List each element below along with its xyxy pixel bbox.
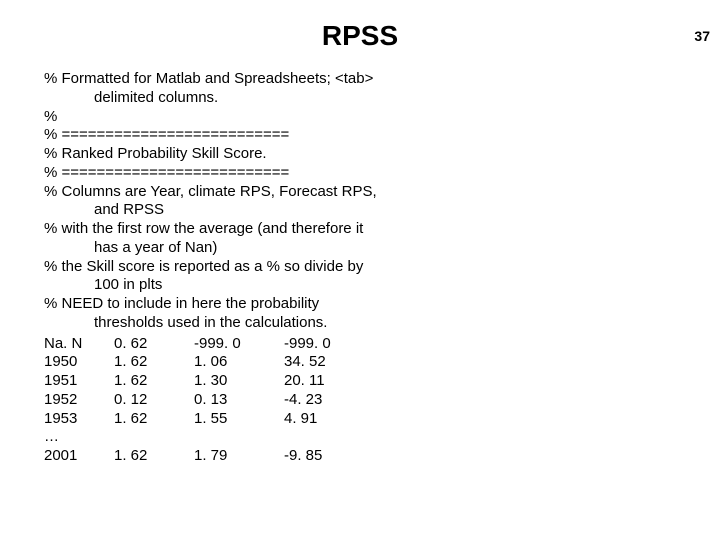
table-row: 1952 0. 12 0. 13 -4. 23 bbox=[44, 391, 676, 410]
comment-line: % ========================== bbox=[44, 164, 676, 183]
ellipsis: … bbox=[44, 428, 114, 447]
comment-line: % NEED to include in here the probabilit… bbox=[44, 295, 676, 314]
table-row: Na. N 0. 62 -999. 0 -999. 0 bbox=[44, 335, 676, 354]
comment-line: 100 in plts bbox=[44, 276, 676, 295]
table-row: 1951 1. 62 1. 30 20. 11 bbox=[44, 372, 676, 391]
cell-climate-rps: 0. 62 bbox=[114, 335, 194, 354]
cell-year: 1953 bbox=[44, 410, 114, 429]
cell-climate-rps: 0. 12 bbox=[114, 391, 194, 410]
page-number: 37 bbox=[694, 28, 710, 44]
cell-rpss: 4. 91 bbox=[284, 410, 364, 429]
cell-forecast-rps: 0. 13 bbox=[194, 391, 284, 410]
page-title: RPSS bbox=[0, 20, 720, 52]
data-table: Na. N 0. 62 -999. 0 -999. 0 1950 1. 62 1… bbox=[44, 335, 676, 466]
cell-rpss: -4. 23 bbox=[284, 391, 364, 410]
cell-forecast-rps: 1. 55 bbox=[194, 410, 284, 429]
cell-forecast-rps: 1. 06 bbox=[194, 353, 284, 372]
cell-rpss: -999. 0 bbox=[284, 335, 364, 354]
cell-climate-rps: 1. 62 bbox=[114, 410, 194, 429]
comment-line: % with the first row the average (and th… bbox=[44, 220, 676, 239]
comment-line: % bbox=[44, 108, 676, 127]
comment-line: has a year of Nan) bbox=[44, 239, 676, 258]
cell-year: 1952 bbox=[44, 391, 114, 410]
cell-climate-rps: 1. 62 bbox=[114, 447, 194, 466]
cell-year: 2001 bbox=[44, 447, 114, 466]
comment-line: % Ranked Probability Skill Score. bbox=[44, 145, 676, 164]
comment-line: % Formatted for Matlab and Spreadsheets;… bbox=[44, 70, 676, 89]
comment-line: delimited columns. bbox=[44, 89, 676, 108]
comment-line: % the Skill score is reported as a % so … bbox=[44, 258, 676, 277]
content-block: % Formatted for Matlab and Spreadsheets;… bbox=[0, 70, 720, 466]
table-row: 1953 1. 62 1. 55 4. 91 bbox=[44, 410, 676, 429]
ellipsis-row: … bbox=[44, 428, 676, 447]
comment-line: % ========================== bbox=[44, 126, 676, 145]
cell-rpss: -9. 85 bbox=[284, 447, 364, 466]
cell-forecast-rps: 1. 30 bbox=[194, 372, 284, 391]
cell-climate-rps: 1. 62 bbox=[114, 372, 194, 391]
cell-forecast-rps: 1. 79 bbox=[194, 447, 284, 466]
table-row: 1950 1. 62 1. 06 34. 52 bbox=[44, 353, 676, 372]
cell-forecast-rps: -999. 0 bbox=[194, 335, 284, 354]
comment-line: thresholds used in the calculations. bbox=[44, 314, 676, 333]
cell-rpss: 20. 11 bbox=[284, 372, 364, 391]
cell-rpss: 34. 52 bbox=[284, 353, 364, 372]
table-row: 2001 1. 62 1. 79 -9. 85 bbox=[44, 447, 676, 466]
cell-year: 1950 bbox=[44, 353, 114, 372]
cell-year: 1951 bbox=[44, 372, 114, 391]
comment-line: and RPSS bbox=[44, 201, 676, 220]
cell-climate-rps: 1. 62 bbox=[114, 353, 194, 372]
comment-line: % Columns are Year, climate RPS, Forecas… bbox=[44, 183, 676, 202]
cell-year: Na. N bbox=[44, 335, 114, 354]
